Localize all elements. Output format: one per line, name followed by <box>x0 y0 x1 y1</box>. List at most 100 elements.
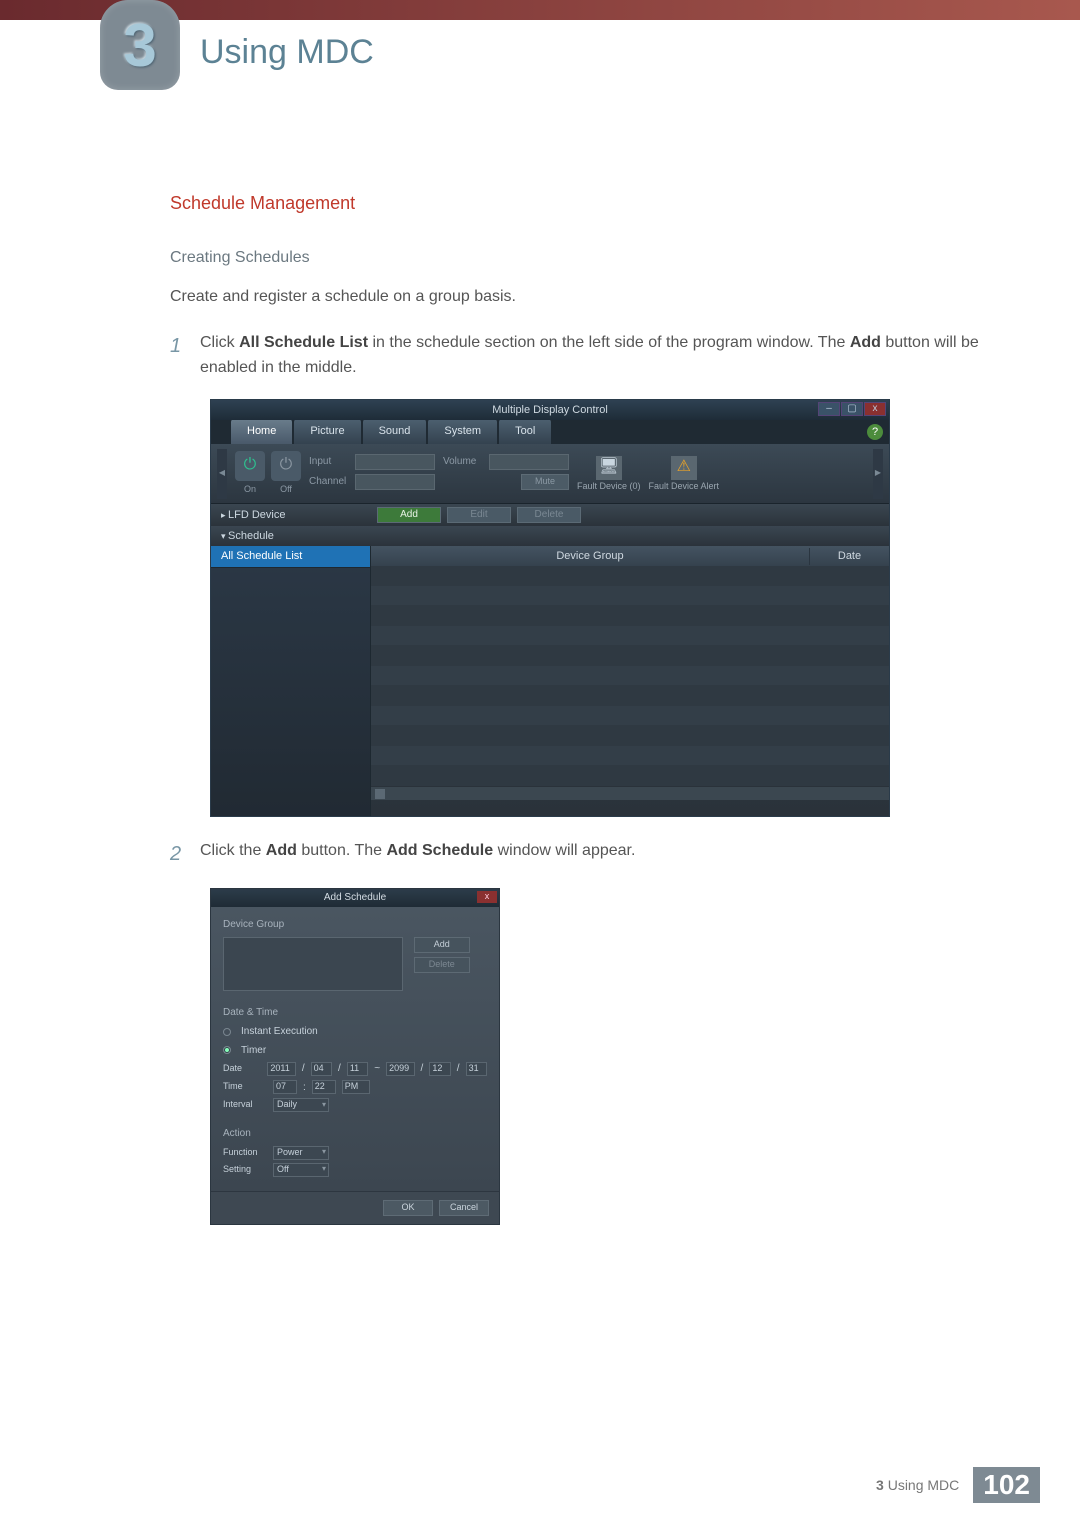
function-combo[interactable]: Power <box>273 1146 329 1160</box>
fault-alert-icon[interactable]: ⚠ <box>671 456 697 480</box>
instant-execution-label: Instant Execution <box>241 1024 318 1040</box>
function-label: Function <box>223 1146 267 1160</box>
chapter-number: 3 <box>123 11 156 80</box>
step-2: 2 Click the Add button. The Add Schedule… <box>170 839 990 870</box>
tab-sound[interactable]: Sound <box>363 419 427 444</box>
minimize-button[interactable]: – <box>818 402 840 416</box>
date-d1-spinner[interactable]: 11 <box>347 1062 368 1076</box>
ribbon-input-group: Input Channel <box>309 454 435 494</box>
input-combo[interactable] <box>355 454 435 470</box>
date-row: Date 2011/ 04/ 11 ~ 2099/ 12/ 31 <box>223 1061 487 1077</box>
interval-combo[interactable]: Daily <box>273 1098 329 1112</box>
maximize-button[interactable]: ▢ <box>841 402 863 416</box>
subsection-title: Creating Schedules <box>170 246 990 271</box>
mute-button[interactable]: Mute <box>521 474 569 490</box>
dialog-title: Add Schedule <box>324 890 386 906</box>
dialog-close-button[interactable]: x <box>477 891 497 903</box>
setting-combo[interactable]: Off <box>273 1163 329 1177</box>
table-row <box>371 686 889 706</box>
power-on-label: On <box>244 483 256 497</box>
date-y2-spinner[interactable]: 2099 <box>386 1062 414 1076</box>
fault-alert-wrap: ⚠ Fault Device Alert <box>649 456 720 492</box>
help-button[interactable]: ? <box>867 424 883 440</box>
cancel-button[interactable]: Cancel <box>439 1200 489 1216</box>
fault-device-label: Fault Device (0) <box>577 482 641 492</box>
tab-home[interactable]: Home <box>231 419 292 444</box>
timer-label: Timer <box>241 1043 266 1059</box>
add-button[interactable]: Add <box>377 507 441 523</box>
volume-input[interactable] <box>489 454 569 470</box>
section-title: Schedule Management <box>170 190 990 218</box>
date-y1-spinner[interactable]: 2011 <box>267 1062 295 1076</box>
ribbon-scroll-right[interactable]: ▶ <box>873 449 883 499</box>
intro-text: Create and register a schedule on a grou… <box>170 285 990 310</box>
tab-tool[interactable]: Tool <box>499 419 551 444</box>
ribbon-volume-group: Volume Mute <box>443 454 569 494</box>
step-2-text: Click the Add button. The Add Schedule w… <box>200 839 635 870</box>
step-2-number: 2 <box>170 839 200 870</box>
table-row <box>371 666 889 686</box>
table-row <box>371 646 889 666</box>
chapter-number-badge: 3 <box>100 0 180 90</box>
page-footer: 3 Using MDC 102 <box>876 1467 1040 1503</box>
device-group-listbox[interactable] <box>223 937 403 991</box>
time-h-spinner[interactable]: 07 <box>273 1080 297 1094</box>
time-label: Time <box>223 1080 267 1094</box>
horizontal-scrollbar[interactable] <box>371 786 889 800</box>
instant-execution-row[interactable]: Instant Execution <box>223 1024 487 1040</box>
edit-button[interactable]: Edit <box>447 507 511 523</box>
action-section: Action Function Power Setting Off <box>223 1126 487 1177</box>
footer-text: 3 Using MDC <box>876 1477 959 1493</box>
dialog-body: Device Group Add Delete Date & Time Inst… <box>211 907 499 1191</box>
date-d2-spinner[interactable]: 31 <box>466 1062 487 1076</box>
page-number: 102 <box>973 1467 1040 1503</box>
scrollbar-thumb[interactable] <box>375 789 385 799</box>
date-m1-spinner[interactable]: 04 <box>311 1062 332 1076</box>
dialog-footer: OK Cancel <box>211 1191 499 1224</box>
delete-button[interactable]: Delete <box>517 507 581 523</box>
power-off-icon[interactable]: ⏻ <box>271 451 301 481</box>
channel-spinner[interactable] <box>355 474 435 490</box>
radio-instant[interactable] <box>223 1028 231 1036</box>
add-schedule-dialog: Add Schedule x Device Group Add Delete D… <box>210 888 500 1225</box>
dialog-titlebar: Add Schedule x <box>211 889 499 907</box>
table-row <box>371 726 889 746</box>
datetime-section: Date & Time Instant Execution Timer Date… <box>223 1005 487 1113</box>
tree-header-schedule[interactable]: Schedule <box>211 528 371 545</box>
date-m2-spinner[interactable]: 12 <box>429 1062 450 1076</box>
ribbon-power-group: ⏻ On ⏻ Off <box>235 451 301 497</box>
grid-header: Device Group Date <box>371 546 889 566</box>
setting-label: Setting <box>223 1163 267 1177</box>
time-ampm-spinner[interactable]: PM <box>342 1080 370 1094</box>
mdc-ribbon: ◀ ⏻ On ⏻ Off Input Channel Volume Mute <box>211 444 889 504</box>
mdc-body: All Schedule List Device Group Date <box>211 546 889 816</box>
step-1-number: 1 <box>170 331 200 381</box>
close-button[interactable]: x <box>864 402 886 416</box>
mdc-tree: All Schedule List <box>211 546 371 816</box>
table-row <box>371 566 889 586</box>
content-area: Schedule Management Creating Schedules C… <box>0 90 1080 1225</box>
interval-label: Interval <box>223 1098 267 1112</box>
volume-label: Volume <box>443 454 485 470</box>
tab-picture[interactable]: Picture <box>294 419 360 444</box>
function-row: Function Power <box>223 1146 487 1160</box>
tab-system[interactable]: System <box>428 419 497 444</box>
power-on-icon[interactable]: ⏻ <box>235 451 265 481</box>
mdc-grid: Device Group Date <box>371 546 889 816</box>
device-group-section: Device Group Add Delete <box>223 917 487 991</box>
time-m-spinner[interactable]: 22 <box>312 1080 336 1094</box>
device-group-add-button[interactable]: Add <box>414 937 470 953</box>
radio-timer[interactable] <box>223 1046 231 1054</box>
timer-row[interactable]: Timer <box>223 1043 487 1059</box>
tree-header-lfd[interactable]: LFD Device <box>211 507 371 524</box>
device-group-delete-button[interactable]: Delete <box>414 957 470 973</box>
ribbon-scroll-left[interactable]: ◀ <box>217 449 227 499</box>
tree-item-all-schedule[interactable]: All Schedule List <box>211 546 370 568</box>
time-row: Time 07: 22 PM <box>223 1080 487 1096</box>
fault-device-icon[interactable]: 🖥 <box>596 456 622 480</box>
fault-device-wrap: 🖥 Fault Device (0) <box>577 456 641 492</box>
input-label: Input <box>309 454 351 470</box>
datetime-label: Date & Time <box>223 1005 487 1021</box>
mdc-titlebar: Multiple Display Control – ▢ x <box>211 400 889 420</box>
ok-button[interactable]: OK <box>383 1200 433 1216</box>
